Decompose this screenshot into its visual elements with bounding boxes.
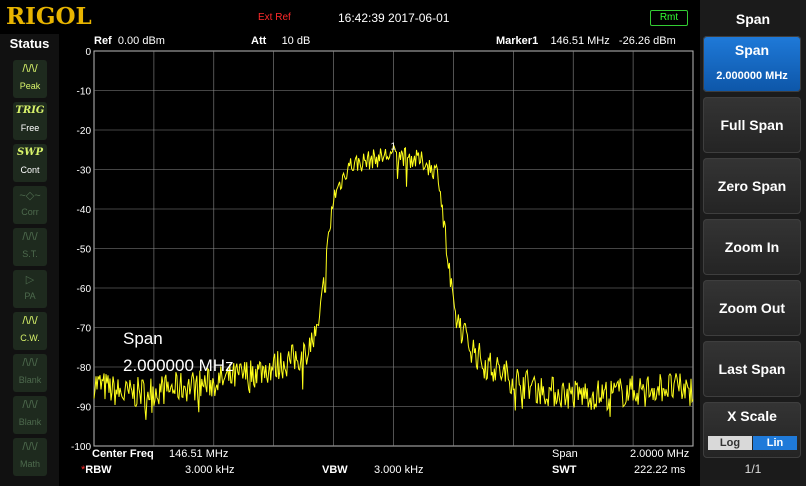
- math-icon: /\/\/: [22, 441, 38, 453]
- swt-label: SWT: [552, 464, 577, 476]
- status-trig-button[interactable]: TRIG Free: [13, 102, 47, 140]
- softkey-menu: Span Span 2.000000 MHz Full Span Zero Sp…: [700, 0, 806, 486]
- y-tick-label: -20: [77, 126, 92, 137]
- y-tick-label: -60: [77, 284, 92, 295]
- status-blank-button-1[interactable]: /\/\/ Blank: [13, 354, 47, 392]
- y-tick-label: -80: [77, 363, 92, 374]
- full-span-label: Full Span: [720, 117, 784, 133]
- status-math-label: Math: [19, 459, 40, 469]
- span-label: Span: [552, 448, 578, 460]
- status-swp-label: Cont: [20, 165, 40, 175]
- spectrum-screen: Ref 0.00 dBm Att 10 dB Marker1 146.51 MH…: [59, 34, 700, 486]
- st-icon: /\/\/: [22, 231, 38, 243]
- pa-icon: ▷: [25, 274, 35, 286]
- swt-value: 222.22 ms: [634, 464, 686, 476]
- y-tick-label: -70: [77, 324, 92, 335]
- status-trig-label: Free: [20, 123, 40, 133]
- zero-span-softkey[interactable]: Zero Span: [703, 158, 801, 214]
- date-time: 16:42:39 2017-06-01: [338, 11, 450, 25]
- span-softkey-value: 2.000000 MHz: [716, 70, 788, 82]
- y-axis-ticks: 0 -10 -20 -30 -40 -50 -60 -70 -80 -90 -100: [71, 47, 91, 453]
- page-indicator: 1/1: [744, 462, 762, 476]
- zoom-in-label: Zoom In: [724, 239, 780, 255]
- span-overlay-title: Span: [123, 329, 163, 348]
- y-tick-label: 0: [85, 47, 91, 58]
- status-title: Status: [9, 36, 50, 51]
- cw-icon: /\/\/: [22, 315, 38, 327]
- marker-number: 1: [391, 142, 397, 153]
- y-tick-label: -90: [77, 403, 92, 414]
- zoom-out-label: Zoom Out: [718, 300, 786, 316]
- remote-indicator: Rmt: [650, 10, 688, 26]
- x-scale-lin-option[interactable]: Lin: [753, 436, 797, 450]
- last-span-label: Last Span: [718, 361, 786, 377]
- status-cw-button[interactable]: /\/\/ C.W.: [13, 312, 47, 350]
- top-bar: RIGOL Ext Ref 16:42:39 2017-06-01 Rmt: [0, 0, 700, 34]
- center-freq-label: Center Freq: [92, 448, 154, 460]
- status-pa-label: PA: [24, 291, 36, 301]
- span-overlay-value: 2.000000 MHz: [123, 356, 234, 375]
- status-corr-button[interactable]: ~◇~ Corr: [13, 186, 47, 224]
- status-st-label: S.T.: [22, 249, 38, 259]
- corr-icon: ~◇~: [19, 190, 41, 202]
- menu-title: Span: [735, 11, 771, 27]
- span-value: 2.0000 MHz: [630, 448, 690, 460]
- blank-icon: /\/\/: [22, 399, 38, 411]
- zoom-in-softkey[interactable]: Zoom In: [703, 219, 801, 275]
- status-st-button[interactable]: /\/\/ S.T.: [13, 228, 47, 266]
- status-math-button[interactable]: /\/\/ Math: [13, 438, 47, 476]
- rbw-label: RBW: [85, 464, 112, 476]
- vbw-value: 3.000 kHz: [374, 464, 424, 476]
- status-panel: Status /\/\/ Peak TRIG Free SWP Cont ~◇~…: [0, 34, 59, 486]
- span-softkey[interactable]: Span 2.000000 MHz: [703, 36, 801, 92]
- peak-wave-icon: /\/\/: [22, 63, 38, 75]
- trig-icon: TRIG: [15, 105, 45, 116]
- y-tick-label: -40: [77, 205, 92, 216]
- y-tick-label: -30: [77, 166, 92, 177]
- y-tick-label: -10: [77, 87, 92, 98]
- y-tick-label: -50: [77, 245, 92, 256]
- x-scale-label: X Scale: [727, 408, 777, 424]
- status-peak-button[interactable]: /\/\/ Peak: [13, 60, 47, 98]
- status-corr-label: Corr: [21, 207, 39, 217]
- swp-icon: SWP: [17, 147, 43, 158]
- status-cw-label: C.W.: [20, 333, 40, 343]
- x-scale-log-option[interactable]: Log: [708, 436, 752, 450]
- zoom-out-softkey[interactable]: Zoom Out: [703, 280, 801, 336]
- span-softkey-label: Span: [734, 42, 770, 58]
- center-freq-value: 146.51 MHz: [169, 448, 229, 460]
- rbw-readout: *RBW: [81, 464, 112, 476]
- vbw-label: VBW: [322, 464, 348, 476]
- rbw-value: 3.000 kHz: [185, 464, 235, 476]
- center-freq-readout: Center Freq 146.51 MHz: [92, 448, 228, 460]
- blank-icon: /\/\/: [22, 357, 38, 369]
- rigol-logo: RIGOL: [6, 3, 92, 30]
- status-blank-button-2[interactable]: /\/\/ Blank: [13, 396, 47, 434]
- ext-ref-indicator: Ext Ref: [258, 12, 291, 23]
- status-peak-label: Peak: [19, 81, 41, 91]
- status-pa-button[interactable]: ▷ PA: [13, 270, 47, 308]
- zero-span-label: Zero Span: [717, 178, 787, 194]
- last-span-softkey[interactable]: Last Span: [703, 341, 801, 397]
- status-blank-label-1: Blank: [18, 375, 42, 385]
- status-swp-button[interactable]: SWP Cont: [13, 144, 47, 182]
- full-span-softkey[interactable]: Full Span: [703, 97, 801, 153]
- x-scale-softkey[interactable]: X Scale Log Lin: [703, 402, 801, 458]
- status-blank-label-2: Blank: [18, 417, 42, 427]
- y-tick-label: -100: [71, 442, 91, 453]
- spectrum-plot[interactable]: 0-10-20-30-40-50-60-70-80-90-100 1 Span …: [59, 34, 700, 486]
